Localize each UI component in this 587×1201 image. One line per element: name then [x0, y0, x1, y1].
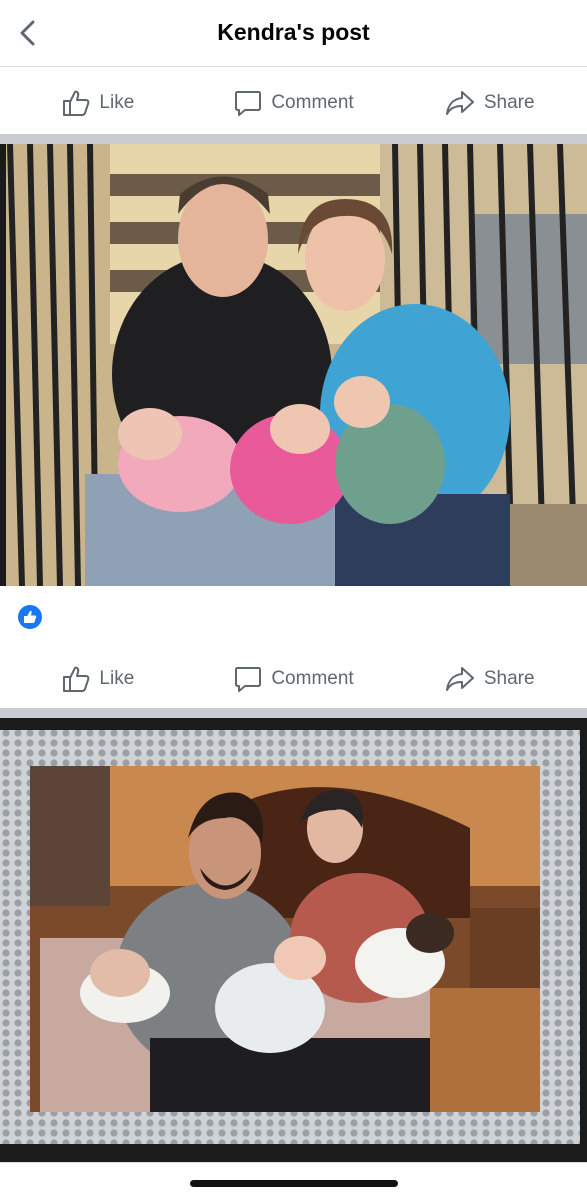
comment-button[interactable]: Comment: [196, 88, 392, 118]
section-divider-2: [0, 708, 587, 718]
post-header: Kendra's post: [0, 0, 587, 67]
share-label: Share: [483, 668, 535, 689]
family-photo-2[interactable]: [0, 718, 587, 1162]
share-arrow-icon: [445, 91, 474, 115]
like-button-2[interactable]: Like: [0, 664, 196, 694]
family-photo-1[interactable]: [0, 144, 587, 586]
photo-2-illustration: [0, 730, 580, 1144]
page-title: Kendra's post: [217, 19, 370, 45]
section-divider: [0, 134, 587, 144]
comment-label: Comment: [271, 92, 354, 113]
comment-bubble-icon: [235, 667, 262, 692]
thumbs-up-icon: [63, 90, 90, 116]
like-button[interactable]: Like: [0, 88, 196, 118]
photo-1-illustration: [0, 144, 587, 586]
share-arrow-icon: [445, 667, 474, 691]
post-action-bar-2: Like Comment Share: [0, 646, 587, 712]
share-button[interactable]: Share: [391, 88, 587, 118]
thumbs-up-icon: [63, 666, 90, 692]
post-action-bar: Like Comment Share: [0, 70, 587, 136]
home-indicator[interactable]: [190, 1180, 398, 1187]
comment-label: Comment: [271, 668, 354, 689]
share-button-2[interactable]: Share: [391, 664, 587, 694]
like-label: Like: [99, 668, 135, 689]
comment-bubble-icon: [235, 91, 262, 116]
like-reaction-icon: [18, 605, 42, 629]
comment-button-2[interactable]: Comment: [196, 664, 392, 694]
share-label: Share: [483, 92, 535, 113]
reaction-summary[interactable]: [0, 586, 587, 647]
like-label: Like: [99, 92, 135, 113]
